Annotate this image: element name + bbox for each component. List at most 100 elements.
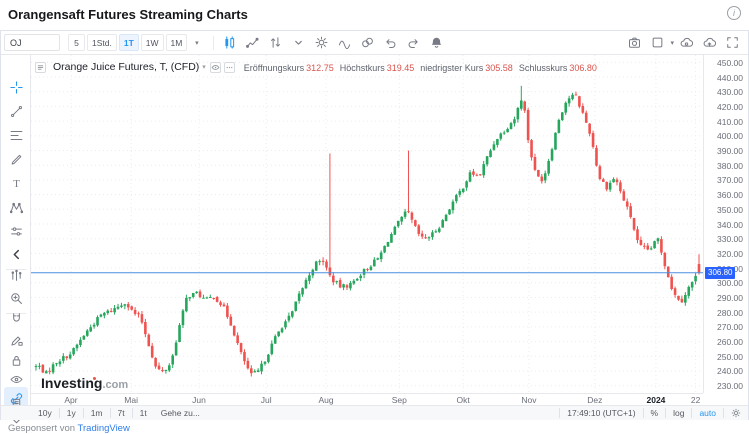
ohlc-item: niedrigster Kurs305.58 xyxy=(420,63,513,73)
price-tick-label: 320.00 xyxy=(717,249,743,259)
time-tick-label: 2024 xyxy=(646,395,665,405)
camera-icon[interactable] xyxy=(624,34,645,52)
time-tick-label: Nov xyxy=(521,395,536,405)
fib-retracement-icon[interactable] xyxy=(4,124,28,146)
time-axis[interactable]: AprMaiJunJulAugSepOktNovDez202422 xyxy=(31,393,703,405)
price-axis[interactable]: 306.80 230.00240.00250.00260.00270.00280… xyxy=(703,55,748,393)
magnet-icon[interactable] xyxy=(4,307,28,329)
price-tick-label: 290.00 xyxy=(717,293,743,303)
price-tick-label: 430.00 xyxy=(717,87,743,97)
interval-button-1Std.[interactable]: 1Std. xyxy=(87,34,117,51)
auto-scale-button[interactable]: auto xyxy=(691,408,723,418)
goto-button[interactable]: Gehe zu... xyxy=(154,408,207,418)
symbol-input[interactable]: OJ xyxy=(4,34,60,51)
tradingview-link[interactable]: TradingView xyxy=(78,423,130,434)
settings-gear-icon[interactable] xyxy=(723,408,748,418)
ohlc-readout: Eröffnungskurs312.75Höchstkurs319.45nied… xyxy=(238,58,597,76)
price-tick-label: 360.00 xyxy=(717,190,743,200)
time-tick-label: Aug xyxy=(318,395,333,405)
price-tick-label: 370.00 xyxy=(717,175,743,185)
zoom-in-icon[interactable] xyxy=(4,287,28,309)
interval-button-1T[interactable]: 1T xyxy=(119,34,139,51)
range-button-1t[interactable]: 1t xyxy=(133,408,154,418)
title-bar: Orangensaft Futures Streaming Charts i xyxy=(0,0,749,28)
interval-button-5[interactable]: 5 xyxy=(68,34,85,51)
range-button-1m[interactable]: 1m xyxy=(84,408,111,418)
caret-icon[interactable] xyxy=(288,34,309,52)
eye-icon[interactable] xyxy=(210,62,221,73)
time-tick-label: Okt xyxy=(456,395,469,405)
price-tick-label: 390.00 xyxy=(717,146,743,156)
ohlc-item: Schlusskurs306.80 xyxy=(519,63,597,73)
interval-button-1M[interactable]: 1M xyxy=(166,34,188,51)
bottom-toolbar: 10y1y1m7t1t Gehe zu... 17:49:10 (UTC+1) … xyxy=(31,405,748,420)
chevron-down-icon: ▾ xyxy=(195,39,199,47)
settings-gear-icon[interactable] xyxy=(311,34,332,52)
page: Orangensaft Futures Streaming Charts i O… xyxy=(0,0,749,434)
clock-readout[interactable]: 17:49:10 (UTC+1) xyxy=(559,408,642,418)
chart-widget: OJ 51Std.1T1W1M ▾ ▾ T Orange Juice Futur… xyxy=(0,30,749,420)
chart-type-candles-icon[interactable] xyxy=(219,34,240,52)
bar-pattern-icon[interactable] xyxy=(4,264,28,286)
range-button-7t[interactable]: 7t xyxy=(111,408,133,418)
crosshair-icon[interactable] xyxy=(4,76,28,98)
undo-icon[interactable] xyxy=(380,34,401,52)
symbol-value: OJ xyxy=(10,38,22,48)
interval-group: 51Std.1T1W1M xyxy=(68,34,189,51)
drawing-lock-icon[interactable] xyxy=(4,329,28,351)
time-tick-label: Sep xyxy=(392,395,407,405)
right-icon-group: ▾ xyxy=(624,34,745,52)
cloud-save-icon[interactable] xyxy=(699,34,720,52)
range-button-1y[interactable]: 1y xyxy=(60,408,84,418)
time-tick-label: Jul xyxy=(261,395,272,405)
percent-scale-button[interactable]: % xyxy=(643,408,666,418)
price-tick-label: 250.00 xyxy=(717,352,743,362)
time-tick-label: Dez xyxy=(587,395,602,405)
chart-plot-area[interactable]: Orange Juice Futures, T, (CFD) ▾ Eröffnu… xyxy=(31,55,703,393)
chevron-down-icon[interactable]: ▾ xyxy=(670,39,674,47)
ohlc-item: Höchstkurs319.45 xyxy=(340,63,415,73)
legend-symbol-title[interactable]: Orange Juice Futures, T, (CFD) xyxy=(53,61,199,73)
compare-arrows-icon[interactable] xyxy=(265,34,286,52)
range-button-10y[interactable]: 10y xyxy=(31,408,60,418)
toolbar-divider xyxy=(213,36,214,50)
range-group: 10y1y1m7t1t xyxy=(31,408,154,418)
sponsor-note: Gesponsert von TradingView xyxy=(8,423,130,434)
time-tick-label: 22 xyxy=(691,395,700,405)
time-tick-label: Mai xyxy=(124,395,138,405)
arrow-left-icon[interactable] xyxy=(4,243,28,265)
price-tick-label: 340.00 xyxy=(717,220,743,230)
indicators-icon[interactable] xyxy=(334,34,355,52)
brush-icon[interactable] xyxy=(4,148,28,170)
xabcd-pattern-icon[interactable] xyxy=(4,196,28,218)
fullscreen-icon[interactable] xyxy=(722,34,743,52)
compare-scales-icon[interactable] xyxy=(357,34,378,52)
price-tick-label: 400.00 xyxy=(717,131,743,141)
chart-legend: Orange Juice Futures, T, (CFD) ▾ Eröffnu… xyxy=(35,58,597,76)
current-price-tag: 306.80 xyxy=(705,267,735,279)
investing-logo[interactable]: Investing.com xyxy=(41,375,128,391)
chevron-down-icon[interactable]: ▾ xyxy=(202,63,206,71)
price-tick-label: 350.00 xyxy=(717,205,743,215)
interval-button-1W[interactable]: 1W xyxy=(141,34,164,51)
forecast-icon[interactable] xyxy=(4,220,28,242)
price-tick-label: 300.00 xyxy=(717,278,743,288)
time-tick-label: Apr xyxy=(64,395,77,405)
trend-line-icon[interactable] xyxy=(4,100,28,122)
layout-icon[interactable] xyxy=(647,34,668,52)
text-tool-icon[interactable]: T xyxy=(4,172,28,194)
interval-dropdown[interactable]: ▾ xyxy=(189,34,206,51)
legend-collapse-icon[interactable] xyxy=(35,62,46,73)
price-tick-label: 270.00 xyxy=(717,322,743,332)
price-tick-label: 240.00 xyxy=(717,366,743,376)
cloud-load-icon[interactable] xyxy=(676,34,697,52)
candlestick-chart xyxy=(31,55,703,393)
line-style-icon[interactable] xyxy=(242,34,263,52)
price-tick-label: 380.00 xyxy=(717,161,743,171)
more-icon[interactable] xyxy=(224,62,235,73)
main-icon-group xyxy=(219,34,449,52)
alert-bell-icon[interactable] xyxy=(426,34,447,52)
redo-icon[interactable] xyxy=(403,34,424,52)
info-icon[interactable]: i xyxy=(727,6,741,20)
log-scale-button[interactable]: log xyxy=(665,408,691,418)
